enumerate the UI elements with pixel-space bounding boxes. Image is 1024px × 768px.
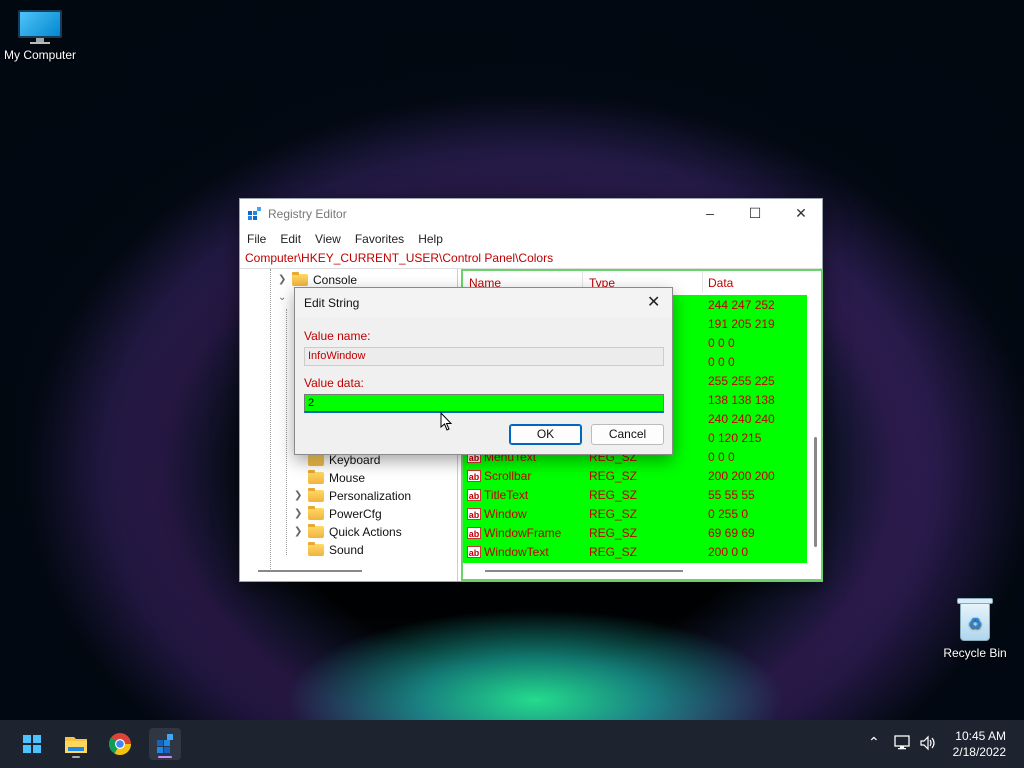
clock[interactable]: 10:45 AM 2/18/2022 — [953, 728, 1006, 760]
active-indicator — [158, 756, 172, 758]
monitor-icon — [18, 10, 62, 44]
windows-logo-icon — [23, 735, 41, 753]
string-value-icon: ab — [467, 546, 481, 558]
value-name: WindowFrame — [484, 526, 562, 540]
chevron-right-icon[interactable]: ❯ — [278, 271, 286, 289]
edit-string-dialog: Edit String ✕ Value name: InfoWindow Val… — [294, 287, 673, 455]
value-data-field[interactable]: 2 — [304, 394, 664, 413]
string-value-icon: ab — [467, 527, 481, 539]
taskbar-registry-editor[interactable] — [149, 728, 181, 760]
recycle-bin-icon: ♻ — [957, 598, 993, 642]
close-icon[interactable]: ✕ — [647, 292, 660, 312]
value-type: REG_SZ — [589, 488, 638, 502]
menu-bar: File Edit View Favorites Help — [240, 229, 822, 249]
value-row[interactable]: ab WindowText REG_SZ 200 0 0 — [463, 543, 807, 562]
column-data[interactable]: Data — [708, 276, 733, 290]
folder-icon — [292, 272, 308, 286]
address-bar[interactable]: Computer\HKEY_CURRENT_USER\Control Panel… — [240, 249, 822, 269]
value-data: 0 120 215 — [708, 431, 762, 445]
taskbar-chrome[interactable] — [104, 728, 136, 760]
taskbar-file-explorer[interactable] — [60, 728, 92, 760]
value-row[interactable]: ab Scrollbar REG_SZ 200 200 200 — [463, 467, 807, 486]
dialog-title: Edit String — [304, 296, 360, 310]
desktop-icon-label: Recycle Bin — [943, 646, 1007, 660]
tree-scrollbar[interactable] — [258, 570, 362, 572]
folder-icon — [308, 452, 324, 466]
folder-icon — [308, 506, 324, 520]
string-value-icon: ab — [467, 508, 481, 520]
cancel-button[interactable]: Cancel — [591, 424, 664, 445]
folder-icon — [308, 542, 324, 556]
value-name-field[interactable]: InfoWindow — [304, 347, 664, 366]
value-name: Window — [484, 507, 527, 521]
desktop-icon-label: My Computer — [3, 48, 77, 62]
value-type: REG_SZ — [589, 507, 638, 521]
tree-item-personalization[interactable]: ❯ Personalization — [294, 487, 411, 505]
values-hscrollbar[interactable] — [485, 570, 683, 572]
chevron-right-icon[interactable]: ❯ — [294, 523, 302, 541]
value-data: 200 200 200 — [708, 469, 775, 483]
value-data: 240 240 240 — [708, 412, 775, 426]
value-row[interactable]: ab TitleText REG_SZ 55 55 55 — [463, 486, 807, 505]
ok-button[interactable]: OK — [509, 424, 582, 445]
chevron-down-icon[interactable]: ⌄ — [278, 289, 286, 307]
value-name: WindowText — [484, 545, 549, 559]
start-button[interactable] — [16, 728, 48, 760]
value-row[interactable]: ab Window REG_SZ 0 255 0 — [463, 505, 807, 524]
taskbar: ⌃ 10:45 AM 2/18/2022 — [0, 720, 1024, 768]
desktop-icon-my-computer[interactable]: My Computer — [0, 10, 80, 62]
close-button[interactable]: ✕ — [778, 199, 824, 229]
value-row[interactable]: ab WindowFrame REG_SZ 69 69 69 — [463, 524, 807, 543]
chevron-right-icon[interactable]: ❯ — [294, 505, 302, 523]
value-data-label: Value data: — [304, 376, 364, 390]
value-data: 255 255 225 — [708, 374, 775, 388]
value-data: 0 255 0 — [708, 507, 749, 521]
value-data: 69 69 69 — [708, 526, 755, 540]
folder-icon — [308, 524, 324, 538]
volume-icon[interactable] — [919, 735, 937, 751]
mouse-cursor-icon — [440, 412, 453, 431]
window-title: Registry Editor — [268, 207, 347, 221]
chevron-right-icon[interactable]: ❯ — [294, 487, 302, 505]
value-data: 191 205 219 — [708, 317, 775, 331]
tree-item-powercfg[interactable]: ❯ PowerCfg — [294, 505, 382, 523]
chrome-icon — [108, 733, 131, 755]
value-name: TitleText — [484, 488, 529, 502]
value-data: 244 247 252 — [708, 298, 775, 312]
chevron-up-icon[interactable]: ⌃ — [868, 734, 880, 751]
value-name-label: Value name: — [304, 329, 371, 343]
clock-time: 10:45 AM — [955, 729, 1006, 743]
tree-item-mouse[interactable]: Mouse — [308, 469, 365, 487]
string-value-icon: ab — [467, 470, 481, 482]
network-icon[interactable] — [894, 735, 912, 751]
value-data: 200 0 0 — [708, 545, 749, 559]
menu-edit[interactable]: Edit — [280, 229, 301, 249]
tree-item-quick-actions[interactable]: ❯ Quick Actions — [294, 523, 402, 541]
value-data: 0 0 0 — [708, 336, 735, 350]
minimize-button[interactable]: – — [687, 199, 733, 229]
value-data: 0 0 0 — [708, 355, 735, 369]
title-bar[interactable]: Registry Editor – ☐ ✕ — [240, 199, 822, 229]
value-data: 138 138 138 — [708, 393, 775, 407]
running-indicator — [72, 756, 80, 758]
registry-editor-icon — [248, 207, 261, 220]
value-type: REG_SZ — [589, 469, 638, 483]
string-value-icon: ab — [467, 489, 481, 501]
value-type: REG_SZ — [589, 545, 638, 559]
value-name: Scrollbar — [484, 469, 532, 483]
menu-help[interactable]: Help — [418, 229, 443, 249]
value-data: 0 0 0 — [708, 450, 735, 464]
tree-item-sound[interactable]: Sound — [308, 541, 364, 559]
values-scrollbar[interactable] — [814, 437, 817, 547]
desktop-icon-recycle-bin[interactable]: ♻ Recycle Bin — [935, 598, 1015, 660]
value-data: 55 55 55 — [708, 488, 755, 502]
clock-date: 2/18/2022 — [952, 745, 1006, 759]
menu-view[interactable]: View — [315, 229, 341, 249]
maximize-button[interactable]: ☐ — [732, 199, 778, 229]
value-type: REG_SZ — [589, 526, 638, 540]
folder-icon — [308, 470, 324, 484]
menu-file[interactable]: File — [247, 229, 266, 249]
folder-icon — [308, 488, 324, 502]
menu-favorites[interactable]: Favorites — [355, 229, 404, 249]
